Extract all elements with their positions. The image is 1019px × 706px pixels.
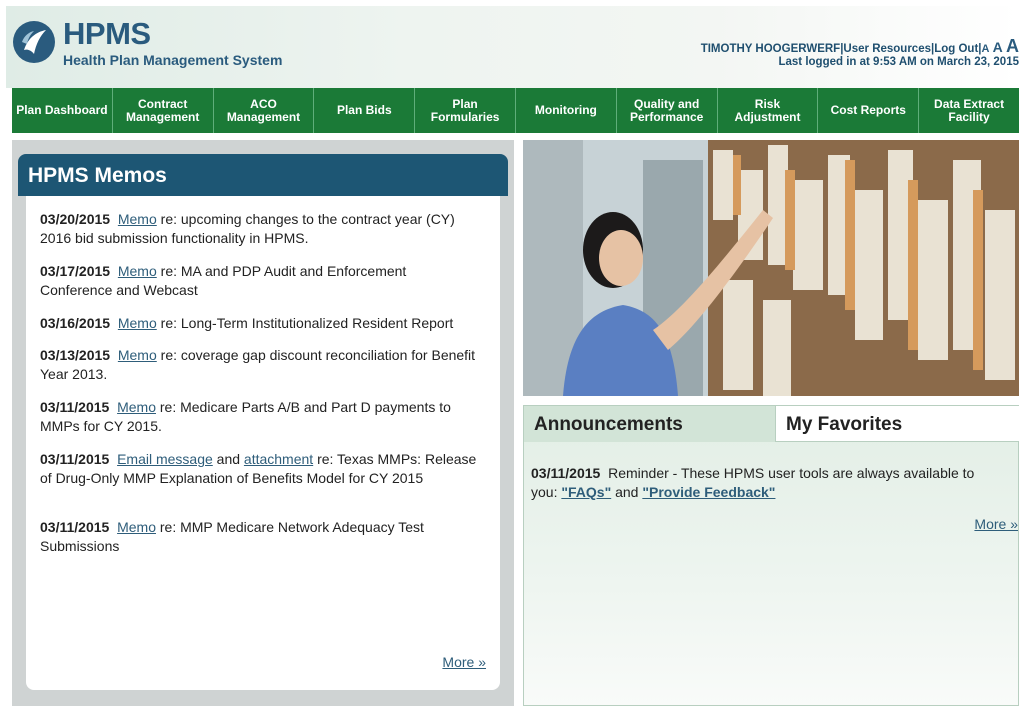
provide-feedback-link[interactable]: "Provide Feedback" <box>642 484 775 500</box>
font-size-small-button[interactable]: A <box>982 43 990 55</box>
logout-link[interactable]: Log Out <box>934 43 978 55</box>
memos-panel: HPMS Memos 03/20/2015 Memo re: upcoming … <box>12 140 514 706</box>
logo-subtitle: Health Plan Management System <box>63 52 283 68</box>
font-size-large-button[interactable]: A <box>1006 36 1019 56</box>
site-header: HPMS Health Plan Management System TIMOT… <box>6 6 1019 88</box>
user-name: TIMOTHY HOOGERWERF <box>700 43 841 55</box>
memo-attachment-link[interactable]: attachment <box>244 451 313 467</box>
nav-contract-management[interactable]: Contract Management <box>113 88 214 133</box>
memos-more-link[interactable]: More » <box>442 654 486 670</box>
announcement-mid-text: and <box>611 484 643 500</box>
hero-photo <box>523 140 1019 396</box>
main-nav: Plan Dashboard Contract Management ACO M… <box>12 88 1019 133</box>
announcement-date: 03/11/2015 <box>531 465 601 481</box>
announcements-panel: Announcements My Favorites 03/11/2015 Re… <box>523 405 1019 706</box>
memo-item: 03/11/2015 Memo re: MMP Medicare Network… <box>40 518 480 556</box>
memo-link[interactable]: Memo <box>118 347 157 363</box>
memo-date: 03/11/2015 <box>40 399 110 415</box>
memos-list: 03/20/2015 Memo re: upcoming changes to … <box>26 196 500 690</box>
memo-item: 03/20/2015 Memo re: upcoming changes to … <box>40 210 480 248</box>
memo-link[interactable]: Memo <box>118 211 157 227</box>
tab-my-favorites[interactable]: My Favorites <box>776 406 1019 442</box>
logo-title: HPMS <box>63 16 151 51</box>
memo-item: 03/11/2015 Memo re: Medicare Parts A/B a… <box>40 398 480 436</box>
memo-date: 03/17/2015 <box>40 263 111 279</box>
hero-photo-illustration <box>523 140 1019 396</box>
last-login-text: Last logged in at 9:53 AM on March 23, 2… <box>778 56 1019 68</box>
memo-link[interactable]: Memo <box>118 315 157 331</box>
font-size-medium-button[interactable]: A <box>993 39 1003 55</box>
memo-email-link[interactable]: Email message <box>117 451 213 467</box>
nav-quality-performance[interactable]: Quality and Performance <box>617 88 718 133</box>
nav-data-extract-facility[interactable]: Data Extract Facility <box>919 88 1019 133</box>
hpms-logo-icon <box>13 21 55 63</box>
faqs-link[interactable]: "FAQs" <box>561 484 611 500</box>
memo-link[interactable]: Memo <box>118 263 157 279</box>
memo-item: 03/16/2015 Memo re: Long-Term Institutio… <box>40 314 480 333</box>
memo-item: 03/11/2015 Email message and attachment … <box>40 450 480 488</box>
nav-plan-bids[interactable]: Plan Bids <box>314 88 416 133</box>
user-toolbar: TIMOTHY HOOGERWERF|User Resources|Log Ou… <box>700 36 1019 56</box>
tab-announcements[interactable]: Announcements <box>524 406 776 442</box>
nav-cost-reports[interactable]: Cost Reports <box>818 88 920 133</box>
memo-link[interactable]: Memo <box>117 399 156 415</box>
memo-date: 03/16/2015 <box>40 315 111 331</box>
memo-item: 03/13/2015 Memo re: coverage gap discoun… <box>40 346 480 384</box>
nav-risk-adjustment[interactable]: Risk Adjustment <box>718 88 819 133</box>
memo-date: 03/13/2015 <box>40 347 111 363</box>
memo-item: 03/17/2015 Memo re: MA and PDP Audit and… <box>40 262 480 300</box>
memo-date: 03/20/2015 <box>40 211 111 227</box>
nav-plan-formularies[interactable]: Plan Formularies <box>415 88 516 133</box>
memo-link[interactable]: Memo <box>117 519 156 535</box>
memo-text: and <box>212 451 244 467</box>
memos-header: HPMS Memos <box>18 154 508 196</box>
memos-title: HPMS Memos <box>28 164 167 187</box>
memo-date: 03/11/2015 <box>40 451 110 467</box>
nav-plan-dashboard[interactable]: Plan Dashboard <box>12 88 113 133</box>
memo-text: re: Long-Term Institutionalized Resident… <box>156 315 454 331</box>
nav-monitoring[interactable]: Monitoring <box>516 88 617 133</box>
memo-date: 03/11/2015 <box>40 519 110 535</box>
nav-aco-management[interactable]: ACO Management <box>214 88 315 133</box>
user-resources-link[interactable]: User Resources <box>843 43 931 55</box>
announcements-more-link[interactable]: More » <box>974 516 1018 532</box>
announcement-item: 03/11/2015 Reminder - These HPMS user to… <box>531 464 1001 502</box>
